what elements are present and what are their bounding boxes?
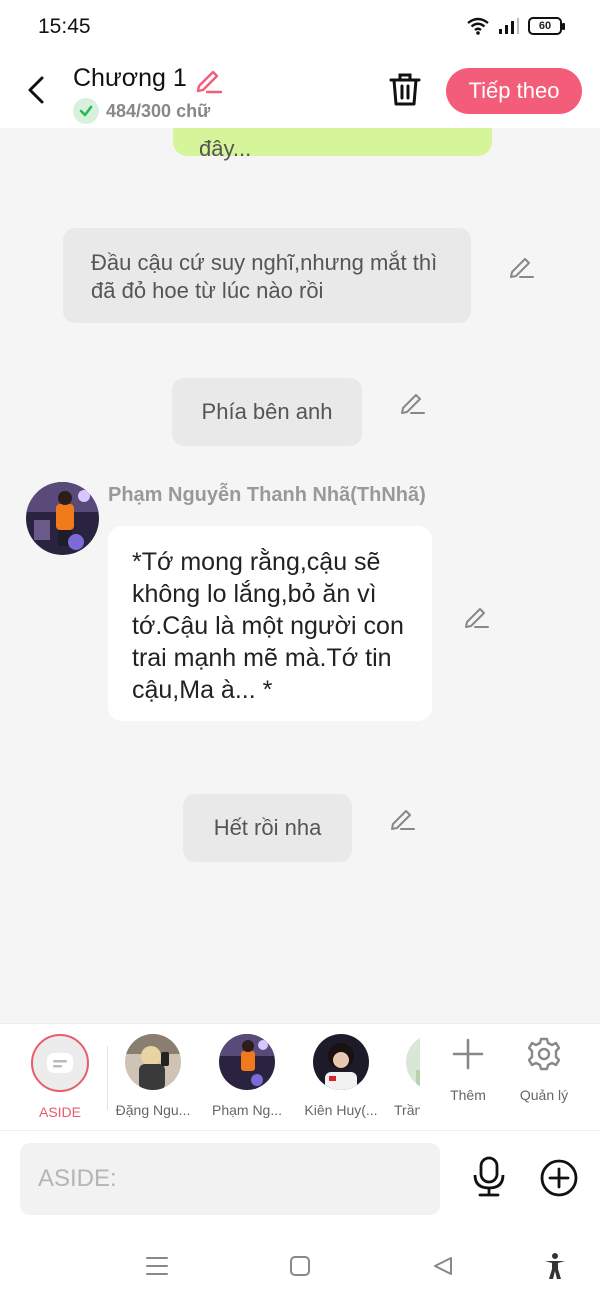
edit-title-button[interactable] [193,64,223,94]
trash-icon [389,73,421,106]
next-button[interactable]: Tiếp theo [446,68,582,114]
aside-bubble[interactable]: Phía bên anh [172,378,362,446]
avatar [219,1034,275,1090]
aside-bubble[interactable]: Hết rồi nha [183,794,352,862]
chapter-title[interactable]: Chương 1 [73,64,187,93]
system-back-button[interactable] [428,1251,458,1281]
chat-area[interactable]: đây... Đầu cậu cứ suy nghĩ,nhưng mắt thì… [0,128,600,1023]
message-bubble-green[interactable]: đây... [173,128,492,161]
system-nav-bar [0,1231,600,1300]
message-text: đây... [199,136,252,161]
back-icon [28,76,44,104]
manage-button[interactable]: Quản lý [509,1036,579,1103]
edit-icon [196,70,223,94]
input-area [0,1131,600,1231]
character-item[interactable]: Đặng Ngu... [108,1034,198,1118]
home-button[interactable] [285,1251,315,1281]
add-character-button[interactable]: Thêm [433,1036,503,1103]
menu-icon [146,1257,168,1275]
status-icons: 60 [466,16,565,36]
wifi-icon [467,17,489,35]
sender-avatar[interactable] [26,482,99,555]
character-label: Trần [394,1102,420,1118]
accessibility-icon [545,1253,565,1279]
character-item[interactable]: Kiên Huy(... [296,1034,386,1118]
voice-button[interactable] [468,1155,510,1199]
character-label: Kiên Huy(... [304,1102,378,1118]
pencil-icon [401,394,425,414]
aside-chat-icon [47,1053,73,1073]
status-time: 15:45 [38,15,91,38]
edit-aside-button[interactable] [507,252,535,280]
edit-aside-button[interactable] [388,804,416,832]
delete-button[interactable] [388,70,422,110]
character-label: Đặng Ngu... [115,1102,191,1118]
sender-name: Phạm Nguyễn Thanh Nhã(ThNhã) [108,484,426,506]
check-badge [73,98,99,124]
avatar [313,1034,369,1090]
avatar [125,1034,181,1090]
character-item[interactable]: Trần [390,1034,420,1118]
avatar-image [26,482,99,555]
back-button[interactable] [20,72,52,108]
pencil-icon [391,810,415,830]
add-content-button[interactable] [538,1157,580,1199]
gear-icon [527,1037,561,1071]
word-count: 484/300 chữ [106,100,211,121]
avatar [406,1034,420,1090]
message-input[interactable] [20,1143,440,1215]
character-aside[interactable]: ASIDE [15,1034,105,1120]
plus-icon [452,1038,484,1070]
message-bubble[interactable]: *Tớ mong rằng,cậu sẽ không lo lắng,bỏ ăn… [108,526,432,721]
back-triangle-icon [434,1257,452,1275]
character-label: ASIDE [38,1104,81,1120]
check-icon [79,105,93,117]
menu-button[interactable] [142,1251,172,1281]
word-count-row: 484/300 chữ [73,98,210,124]
accessibility-button[interactable] [540,1251,570,1281]
signal-icon [499,18,519,34]
aside-avatar [31,1034,89,1092]
status-bar: 15:45 60 [0,0,600,54]
mic-icon [473,1156,505,1197]
edit-aside-button[interactable] [398,388,426,416]
add-label: Thêm [450,1087,486,1103]
edit-message-button[interactable] [462,602,490,630]
battery-icon: 60 [528,17,565,35]
home-square-icon [290,1256,310,1276]
pencil-icon [465,608,489,628]
aside-bubble[interactable]: Đầu cậu cứ suy nghĩ,nhưng mắt thì đã đỏ … [63,228,471,323]
character-bar: ASIDE Đặng Ngu... Phạm Ng... Kiên Huy(..… [0,1023,600,1131]
pencil-icon [510,258,534,278]
character-label: Phạm Ng... [211,1102,283,1118]
plus-circle-icon [540,1159,578,1197]
editor-header: Chương 1 484/300 chữ Tiếp theo [0,54,600,128]
character-item[interactable]: Phạm Ng... [202,1034,292,1118]
manage-label: Quản lý [519,1087,569,1103]
